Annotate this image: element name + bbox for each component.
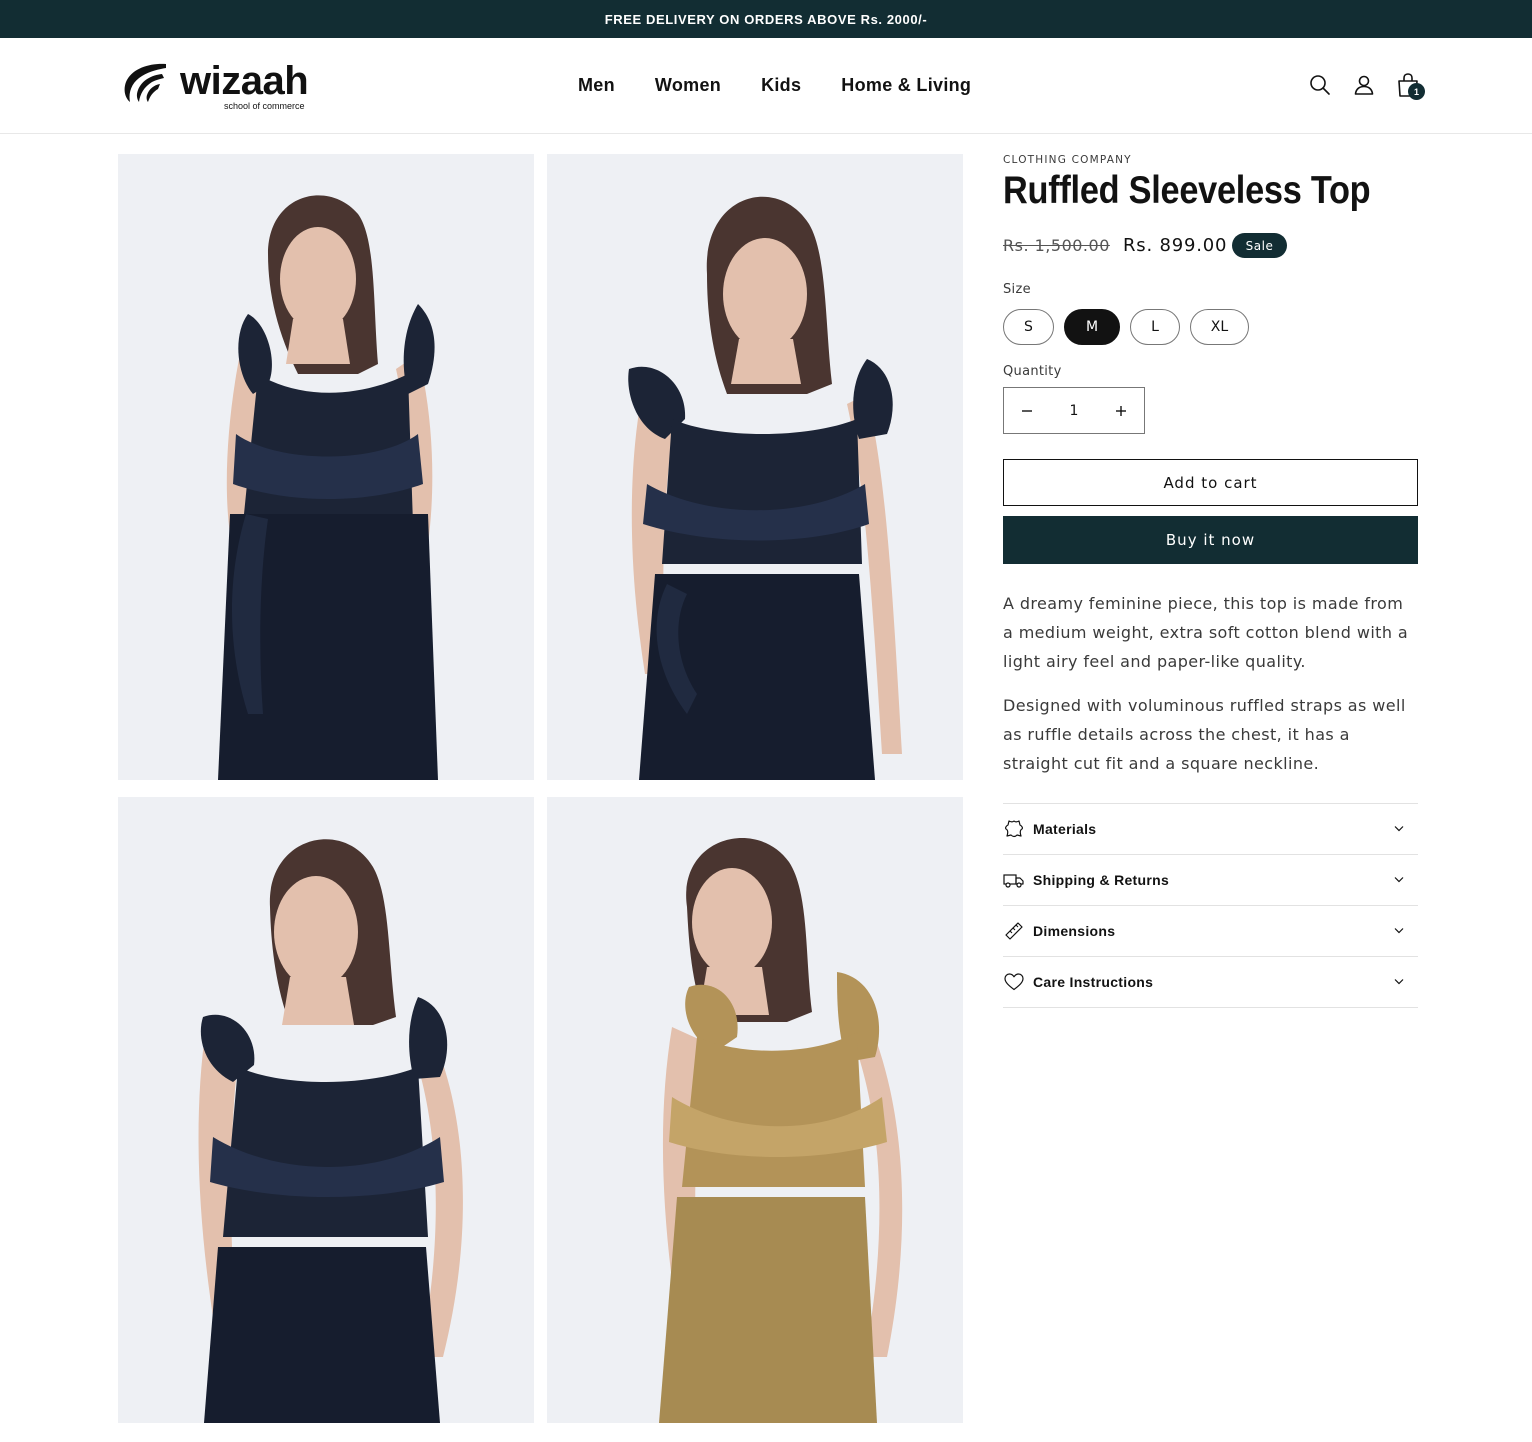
quantity-decrease-button[interactable] [1004, 388, 1050, 433]
compare-price: Rs. 1,500.00 [1003, 236, 1110, 255]
size-option-s[interactable]: S [1003, 309, 1054, 345]
brand-tagline: school of commerce [224, 101, 305, 111]
leather-icon [1003, 818, 1025, 840]
chevron-down-icon [1394, 877, 1404, 883]
accordion-label: Dimensions [1033, 923, 1116, 939]
chevron-down-icon [1394, 979, 1404, 985]
cart-count-badge: 1 [1408, 83, 1425, 100]
plus-icon [1116, 405, 1126, 416]
chevron-down-icon [1394, 826, 1404, 832]
buy-now-button[interactable]: Buy it now [1003, 516, 1418, 564]
product-image-2[interactable] [547, 154, 963, 780]
accordion-label: Care Instructions [1033, 974, 1154, 990]
account-icon[interactable] [1351, 72, 1377, 98]
accordion-care-instructions[interactable]: Care Instructions [1003, 957, 1418, 1008]
accordion-label: Shipping & Returns [1033, 872, 1170, 888]
product-image-1[interactable] [118, 154, 534, 780]
product-vendor: CLOTHING COMPANY [1003, 154, 1132, 166]
ruler-icon [1003, 920, 1025, 942]
heart-icon [1003, 971, 1025, 993]
add-to-cart-button[interactable]: Add to cart [1003, 459, 1418, 506]
product-image-3[interactable] [118, 797, 534, 1423]
product-description-2: Designed with voluminous ruffled straps … [1003, 696, 1406, 773]
main-nav: Men Women Kids Home & Living [578, 74, 971, 96]
accordion-materials[interactable]: Materials [1003, 804, 1418, 855]
accordion-shipping-returns[interactable]: Shipping & Returns [1003, 855, 1418, 906]
announcement-bar: FREE DELIVERY ON ORDERS ABOVE Rs. 2000/- [0, 0, 1532, 38]
nav-home-living[interactable]: Home & Living [841, 74, 971, 96]
truck-icon [1003, 869, 1025, 891]
minus-icon [1022, 409, 1032, 412]
quantity-stepper: 1 [1003, 387, 1145, 434]
accordion-label: Materials [1033, 821, 1097, 837]
product-description-1: A dreamy feminine piece, this top is mad… [1003, 594, 1409, 671]
size-option-l[interactable]: L [1130, 309, 1180, 345]
nav-women[interactable]: Women [655, 74, 721, 96]
quantity-increase-button[interactable] [1098, 388, 1144, 433]
chevron-down-icon [1394, 928, 1404, 934]
brand-logo[interactable]: wizaah school of commerce [122, 59, 322, 112]
size-option-xl[interactable]: XL [1190, 309, 1249, 345]
size-selector: S M L XL [1003, 309, 1249, 345]
quantity-input[interactable]: 1 [1050, 403, 1098, 419]
logo-mark-icon [124, 63, 166, 102]
site-header: wizaah school of commerce Men Women Kids… [0, 38, 1532, 134]
product-image-4[interactable] [547, 797, 963, 1423]
size-label: Size [1003, 282, 1031, 297]
product-accordion: Materials Shipping & Returns Dimensions … [1003, 803, 1418, 1008]
product-title: Ruffled Sleeveless Top [1003, 169, 1371, 212]
search-icon[interactable] [1307, 72, 1333, 98]
nav-kids[interactable]: Kids [761, 74, 801, 96]
brand-name: wizaah [180, 59, 309, 103]
size-option-m[interactable]: M [1064, 309, 1120, 345]
accordion-dimensions[interactable]: Dimensions [1003, 906, 1418, 957]
sale-badge: Sale [1232, 233, 1287, 258]
quantity-label: Quantity [1003, 364, 1062, 379]
sale-price: Rs. 899.00 [1123, 235, 1228, 256]
nav-men[interactable]: Men [578, 74, 615, 96]
